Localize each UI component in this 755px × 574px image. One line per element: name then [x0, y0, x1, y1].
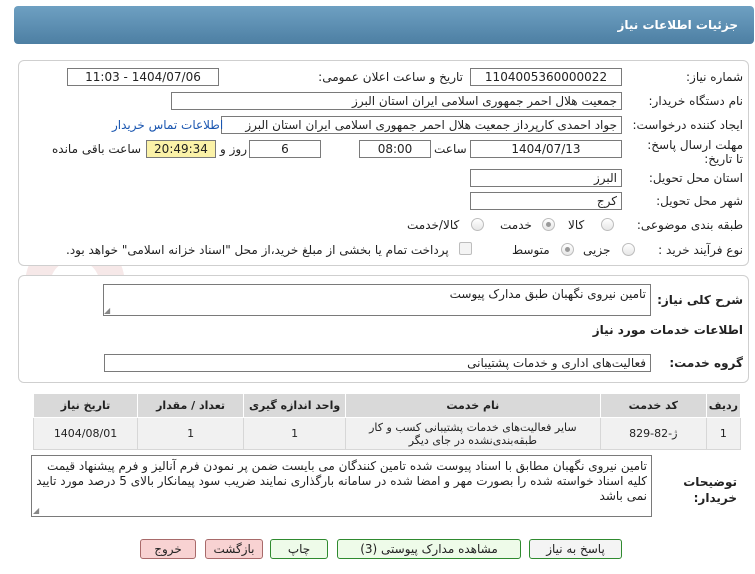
need-summary-label: شرح کلی نیاز: [657, 293, 743, 307]
announce-datetime-field: 1404/07/06 - 11:03 [67, 68, 219, 86]
subject-category-label: طبقه بندی موضوعی: [636, 218, 743, 232]
cell-service-code: ژ-82-829 [599, 417, 707, 450]
purchase-option-minor-radio[interactable] [622, 243, 635, 256]
purchase-option-medium-radio[interactable] [561, 243, 574, 256]
treasury-payment-checkbox[interactable] [459, 242, 472, 255]
delivery-city-label: شهر محل تحویل: [656, 194, 743, 208]
print-button[interactable]: چاپ [270, 539, 328, 559]
delivery-city-field: کرج [470, 192, 622, 210]
cell-unit: 1 [243, 417, 347, 450]
category-option-goods-service-label: کالا/خدمت [407, 218, 460, 232]
remaining-time-field: 20:49:34 [146, 140, 216, 158]
table-row: 1 ژ-82-829 سایر فعالیت‌های خدمات پشتیبان… [32, 417, 742, 450]
remaining-days-field: 6 [249, 140, 321, 158]
deadline-time-field: 08:00 [359, 140, 431, 158]
table-header-row: ردیف کد خدمت نام خدمت واحد اندازه گیری ت… [32, 393, 742, 418]
deadline-time-label: ساعت [434, 142, 467, 156]
services-table: ردیف کد خدمت نام خدمت واحد اندازه گیری ت… [32, 393, 742, 450]
need-number-field: 1104005360000022 [470, 68, 622, 86]
buyer-contact-link[interactable]: اطلاعات تماس خریدار [112, 118, 223, 132]
cell-row-number: 1 [705, 417, 742, 450]
view-attachments-button[interactable]: مشاهده مدارک پیوستی (3) [337, 539, 521, 559]
col-service-name: نام خدمت [345, 393, 601, 418]
category-option-goods-radio[interactable] [601, 218, 614, 231]
treasury-payment-note: پرداخت تمام یا بخشی از مبلغ خرید،از محل … [66, 243, 449, 257]
announce-datetime-label: تاریخ و ساعت اعلان عمومی: [318, 70, 463, 84]
need-info-panel [18, 60, 749, 266]
category-option-goods-service-radio[interactable] [471, 218, 484, 231]
request-creator-label: ایجاد کننده درخواست: [632, 118, 743, 132]
back-button[interactable]: بازگشت [205, 539, 263, 559]
col-service-code: کد خدمت [599, 393, 707, 418]
reply-to-need-button[interactable]: پاسخ به نیاز [529, 539, 622, 559]
purchase-option-minor-label: جزیی [583, 243, 611, 257]
purchase-option-medium-label: متوسط [512, 243, 550, 257]
services-section-title: اطلاعات خدمات مورد نیاز [592, 323, 743, 337]
remaining-time-label: ساعت باقی مانده [52, 142, 142, 156]
need-summary-field: تامین نیروی نگهبان طبق مدارک پیوست [103, 284, 651, 316]
days-label: روز و [220, 142, 247, 156]
purchase-type-label: نوع فرآیند خرید : [658, 243, 743, 257]
delivery-province-field: البرز [470, 169, 622, 187]
page-title: جزئیات اطلاعات نیاز [617, 18, 738, 32]
col-row-number: ردیف [705, 393, 742, 418]
notes-resize-handle[interactable]: ◢ [33, 507, 41, 515]
delivery-province-label: استان محل تحویل: [648, 171, 743, 185]
request-creator-field: جواد احمدی کارپرداز جمعیت هلال احمر جمهو… [221, 116, 622, 134]
category-option-goods-label: کالا [568, 218, 585, 232]
buyer-notes-field: تامین نیروی نگهبان مطابق با اسناد پیوست … [31, 455, 652, 517]
category-option-service-radio[interactable] [542, 218, 555, 231]
cell-quantity: 1 [137, 417, 245, 450]
buyer-org-field: جمعیت هلال احمر جمهوری اسلامی ایران استا… [171, 92, 622, 110]
col-unit: واحد اندازه گیری [243, 393, 347, 418]
service-group-field: فعالیت‌های اداری و خدمات پشتیبانی [104, 354, 651, 372]
summary-resize-handle[interactable]: ◢ [104, 307, 112, 315]
buyer-notes-label: توضیحات خریدار: [683, 475, 737, 505]
need-number-label: شماره نیاز: [686, 70, 743, 84]
exit-button[interactable]: خروج [140, 539, 196, 559]
buyer-org-label: نام دستگاه خریدار: [648, 94, 744, 108]
col-need-date: تاریخ نیاز [32, 393, 139, 418]
service-group-label: گروه خدمت: [669, 356, 743, 370]
deadline-label: مهلت ارسال پاسخ: تا تاریخ: [647, 138, 743, 166]
cell-service-name: سایر فعالیت‌های خدمات پشتیبانی کسب و کار… [345, 417, 601, 450]
category-option-service-label: خدمت [500, 218, 532, 232]
cell-need-date: 1404/08/01 [32, 417, 139, 450]
page-header: جزئیات اطلاعات نیاز [14, 6, 754, 44]
col-quantity: تعداد / مقدار [137, 393, 245, 418]
deadline-date-field: 1404/07/13 [470, 140, 622, 158]
